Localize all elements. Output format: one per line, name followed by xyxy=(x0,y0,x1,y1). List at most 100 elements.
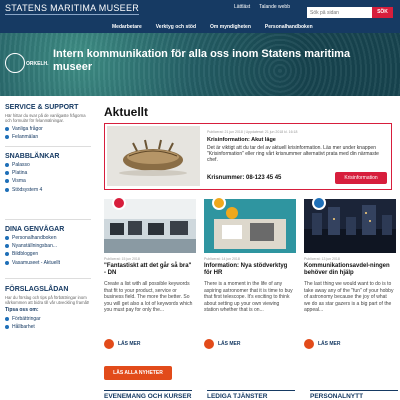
site-logo[interactable]: STATENS MARITIMA MUSEER xyxy=(5,3,140,15)
category-dot-icon xyxy=(312,196,326,210)
all-news-button[interactable]: LÄS ALLA NYHETER xyxy=(104,366,172,380)
sidebar-item-label: Bildbloggen xyxy=(12,251,39,258)
sidebar-item-handbook[interactable]: Personalhandboken xyxy=(5,235,96,241)
news-card: Publicerat: 15 jun 2018 "Fantastiskt att… xyxy=(104,196,196,359)
read-more-label: LÄS MER xyxy=(118,341,141,347)
sidebar-item-vasa[interactable]: Vasamuseet - Aktuellt xyxy=(5,260,96,266)
sidebar-item-faq[interactable]: Vanliga frågor xyxy=(5,126,96,132)
sidebar-text: Har du förslag och tips på förbättringar… xyxy=(5,295,90,305)
card-body: Create a list with all possible keywords… xyxy=(104,281,193,313)
sidebar-item-newhire[interactable]: Nyanställningsban... xyxy=(5,243,96,249)
sidebar-heading: SERVICE & SUPPORT xyxy=(5,104,79,111)
sidebar-item-visma[interactable]: Visma xyxy=(5,178,96,184)
search-input[interactable] xyxy=(307,7,372,18)
arrow-icon xyxy=(304,339,314,349)
nav-item-medarbetare[interactable]: Medarbetare xyxy=(112,24,142,30)
sidebar-service: SERVICE & SUPPORT Här hittar du svar på … xyxy=(0,104,96,142)
read-more-link[interactable]: LÄS MER xyxy=(104,339,141,349)
bullet-icon xyxy=(5,171,9,176)
sidebar-item-label: Nyanställningsban... xyxy=(12,243,58,250)
read-more-link[interactable]: LÄS MER xyxy=(204,339,241,349)
sidebar-heading: FÖRSLAGSLÅDAN xyxy=(5,286,69,293)
sidebar-item-label: Förbättringar xyxy=(12,316,41,322)
card-title[interactable]: Kommunikationsavdel-ningen behöver din h… xyxy=(304,263,394,277)
sidebar-item-label: Vanliga frågor xyxy=(12,126,43,132)
news-card: Publicerat: 13 jun 2018 Kommunikationsav… xyxy=(304,196,396,359)
divider xyxy=(5,219,91,220)
card-body: The last thing we would want to do is to… xyxy=(304,281,394,313)
card-meta: Publicerat: 15 jun 2018 xyxy=(104,257,140,261)
bottom-sections: EVENEMANG OCH KURSER LEDIGA TJÄNSTER PER… xyxy=(104,390,398,400)
read-more-label: LÄS MER xyxy=(318,341,341,347)
emblem-icon xyxy=(5,53,25,73)
sidebar-suggestions: FÖRSLAGSLÅDAN Har du förslag och tips på… xyxy=(0,286,96,332)
tortoise-image xyxy=(107,126,200,186)
bullet-icon xyxy=(5,260,9,265)
bullet-icon xyxy=(5,244,9,249)
sidebar-item-label: Felanmälan xyxy=(12,134,39,141)
bullet-icon xyxy=(5,187,9,192)
divider xyxy=(5,278,91,279)
sidebar-item-label: Platina xyxy=(12,170,28,177)
bullet-icon xyxy=(5,135,9,140)
arrow-icon xyxy=(104,339,114,349)
sidebar-item-imageblog[interactable]: Bildbloggen xyxy=(5,251,96,257)
emblem-text: ORKELH. xyxy=(26,61,49,67)
sidebar-item-label: Vasamuseet - Aktuellt xyxy=(12,259,60,266)
category-dot-icon xyxy=(212,196,226,210)
sidebar-heading: SNABBLÄNKAR xyxy=(5,153,60,160)
crisis-info-button[interactable]: Krisinformation xyxy=(335,172,387,184)
bullet-icon xyxy=(5,317,9,321)
bullet-icon xyxy=(5,179,9,184)
read-more-label: LÄS MER xyxy=(218,341,241,347)
sidebar-item-label: Stödsystem 4 xyxy=(12,186,43,193)
bullet-icon xyxy=(5,163,9,167)
nav-item-om-myndigheten[interactable]: Om myndigheten xyxy=(210,24,251,30)
sidebar-item-platina[interactable]: Platina xyxy=(5,170,96,176)
top-header: STATENS MARITIMA MUSEER Lättläst Talande… xyxy=(0,0,400,33)
sidebar-item-report[interactable]: Felanmälan xyxy=(5,134,96,140)
hero-banner: ORKELH. Intern kommunikation för alla os… xyxy=(0,33,400,96)
sidebar-heading: DINA GENVÄGAR xyxy=(5,226,65,233)
bullet-icon xyxy=(5,236,9,240)
card-meta: Publicerat: 14 jun 2018 xyxy=(204,257,240,261)
category-dot-icon xyxy=(112,196,126,210)
sidebar: SERVICE & SUPPORT Här hittar du svar på … xyxy=(0,96,96,400)
sidebar-item-label: Hållbarhet xyxy=(12,324,35,331)
nav-item-verktyg[interactable]: Verktyg och stöd xyxy=(156,24,196,30)
sidebar-item-palasso[interactable]: Palasso xyxy=(5,162,96,168)
read-more-link[interactable]: LÄS MER xyxy=(304,339,341,349)
hero-title: Intern kommunikation för alla oss inom S… xyxy=(53,48,351,73)
news-card: Publicerat: 14 jun 2018 Information: Nya… xyxy=(204,196,296,359)
sidebar-item-label: Visma xyxy=(12,178,26,185)
link-talking-web[interactable]: Talande webb xyxy=(259,4,290,10)
section-staff-news[interactable]: PERSONALNYTT xyxy=(310,390,398,400)
arrow-icon xyxy=(204,339,214,349)
sidebar-shortcuts: DINA GENVÄGAR Personalhandboken Nyanstäl… xyxy=(0,226,96,268)
card-meta: Publicerat: 13 jun 2018 xyxy=(304,257,340,261)
sidebar-item-improvements[interactable]: Förbättringar xyxy=(5,316,96,322)
featured-body: Det är viktigt att du tar del av aktuell… xyxy=(207,145,379,163)
sidebar-quicklinks: SNABBLÄNKAR Palasso Platina Visma Stödsy… xyxy=(0,153,96,195)
section-events[interactable]: EVENEMANG OCH KURSER xyxy=(104,390,192,400)
main-nav: Medarbetare Verktyg och stöd Om myndighe… xyxy=(112,24,313,30)
bullet-icon xyxy=(5,127,9,131)
featured-title[interactable]: Krisinformation: Akut läge xyxy=(207,137,276,143)
search-button[interactable]: SÖK xyxy=(372,7,393,18)
featured-alert: Publicerat: 21 jun 2018 | Uppdaterat: 21… xyxy=(104,123,392,190)
tips-heading: Tipsa oss om: xyxy=(5,307,39,313)
sidebar-item-stodsystem[interactable]: Stödsystem 4 xyxy=(5,187,96,193)
top-links: Lättläst Talande webb xyxy=(234,4,290,10)
nav-item-personalhandboken[interactable]: Personalhandboken xyxy=(265,24,313,30)
sidebar-item-label: Personalhandboken xyxy=(12,235,57,241)
crisis-phone: Krisnummer: 08-123 45 45 xyxy=(207,175,282,181)
section-jobs[interactable]: LEDIGA TJÄNSTER xyxy=(207,390,295,400)
bullet-icon xyxy=(5,325,9,330)
card-title[interactable]: "Fantastiskt att det går så bra" - DN xyxy=(104,263,194,277)
sidebar-item-sustainability[interactable]: Hållbarhet xyxy=(5,324,96,330)
featured-meta: Publicerat: 21 jun 2018 | Uppdaterat: 21… xyxy=(207,130,298,134)
card-title[interactable]: Information: Nya stödverktyg för HR xyxy=(204,263,294,277)
link-easy-read[interactable]: Lättläst xyxy=(234,4,250,10)
divider xyxy=(5,146,91,147)
card-body: There is a moment in the life of any asp… xyxy=(204,281,293,313)
